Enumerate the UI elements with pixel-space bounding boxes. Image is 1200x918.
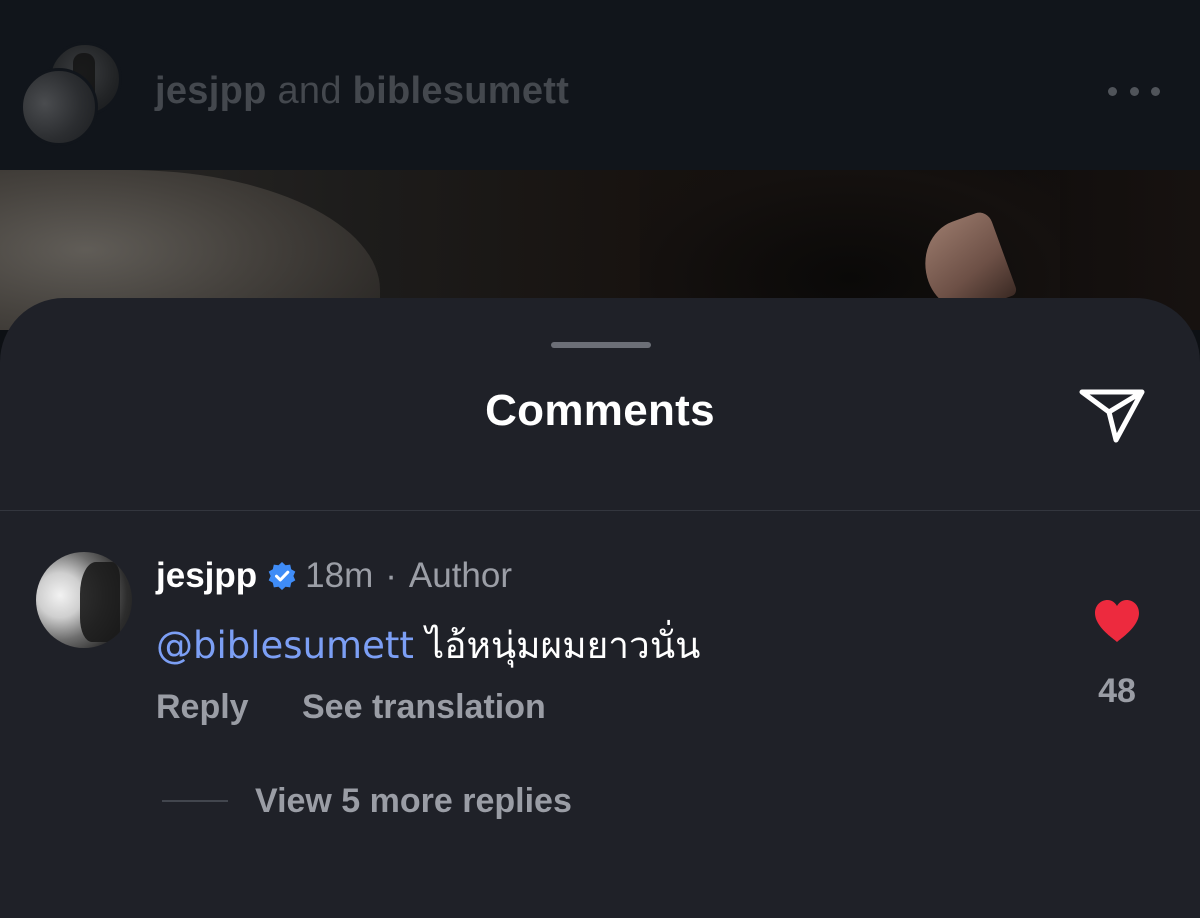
header-divider xyxy=(0,510,1200,511)
heart-filled-icon[interactable] xyxy=(1092,598,1142,644)
see-translation-button[interactable]: See translation xyxy=(302,688,546,727)
replies-line xyxy=(162,800,228,802)
meta-separator: · xyxy=(385,556,397,595)
paper-plane-icon[interactable] xyxy=(1076,382,1148,446)
comment-text: @biblesumett ไอ้หนุ่มผมยาวนั่น xyxy=(156,616,700,675)
comments-sheet: Comments jesjpp 18m · Author @biblesumet… xyxy=(0,298,1200,918)
sheet-drag-handle[interactable] xyxy=(551,342,651,348)
comment-meta: jesjpp 18m · Author xyxy=(156,556,512,596)
author-badge: Author xyxy=(408,556,513,595)
reply-button[interactable]: Reply xyxy=(156,688,249,727)
comment-mention[interactable]: @biblesumett xyxy=(156,624,414,667)
collab-avatars[interactable] xyxy=(20,42,122,146)
like-count: 48 xyxy=(1098,672,1136,710)
ellipsis-horizontal-icon[interactable] xyxy=(1108,84,1160,98)
comment-avatar[interactable] xyxy=(36,552,132,648)
comment-username[interactable]: jesjpp xyxy=(156,556,257,596)
post-header: jesjpp and biblesumett xyxy=(0,0,1200,170)
post-author-2[interactable]: biblesumett xyxy=(353,70,570,112)
avatar-jesjpp[interactable] xyxy=(20,68,98,146)
post-author-1[interactable]: jesjpp xyxy=(155,70,267,112)
post-author-connector: and xyxy=(277,70,342,112)
verified-badge-icon xyxy=(268,562,296,590)
sheet-title: Comments xyxy=(485,386,715,435)
post-author-title[interactable]: jesjpp and biblesumett xyxy=(155,70,569,113)
comment-body: ไอ้หนุ่มผมยาวนั่น xyxy=(425,624,701,667)
view-more-replies-button[interactable]: View 5 more replies xyxy=(255,782,572,821)
comment-time: 18m xyxy=(305,556,374,595)
